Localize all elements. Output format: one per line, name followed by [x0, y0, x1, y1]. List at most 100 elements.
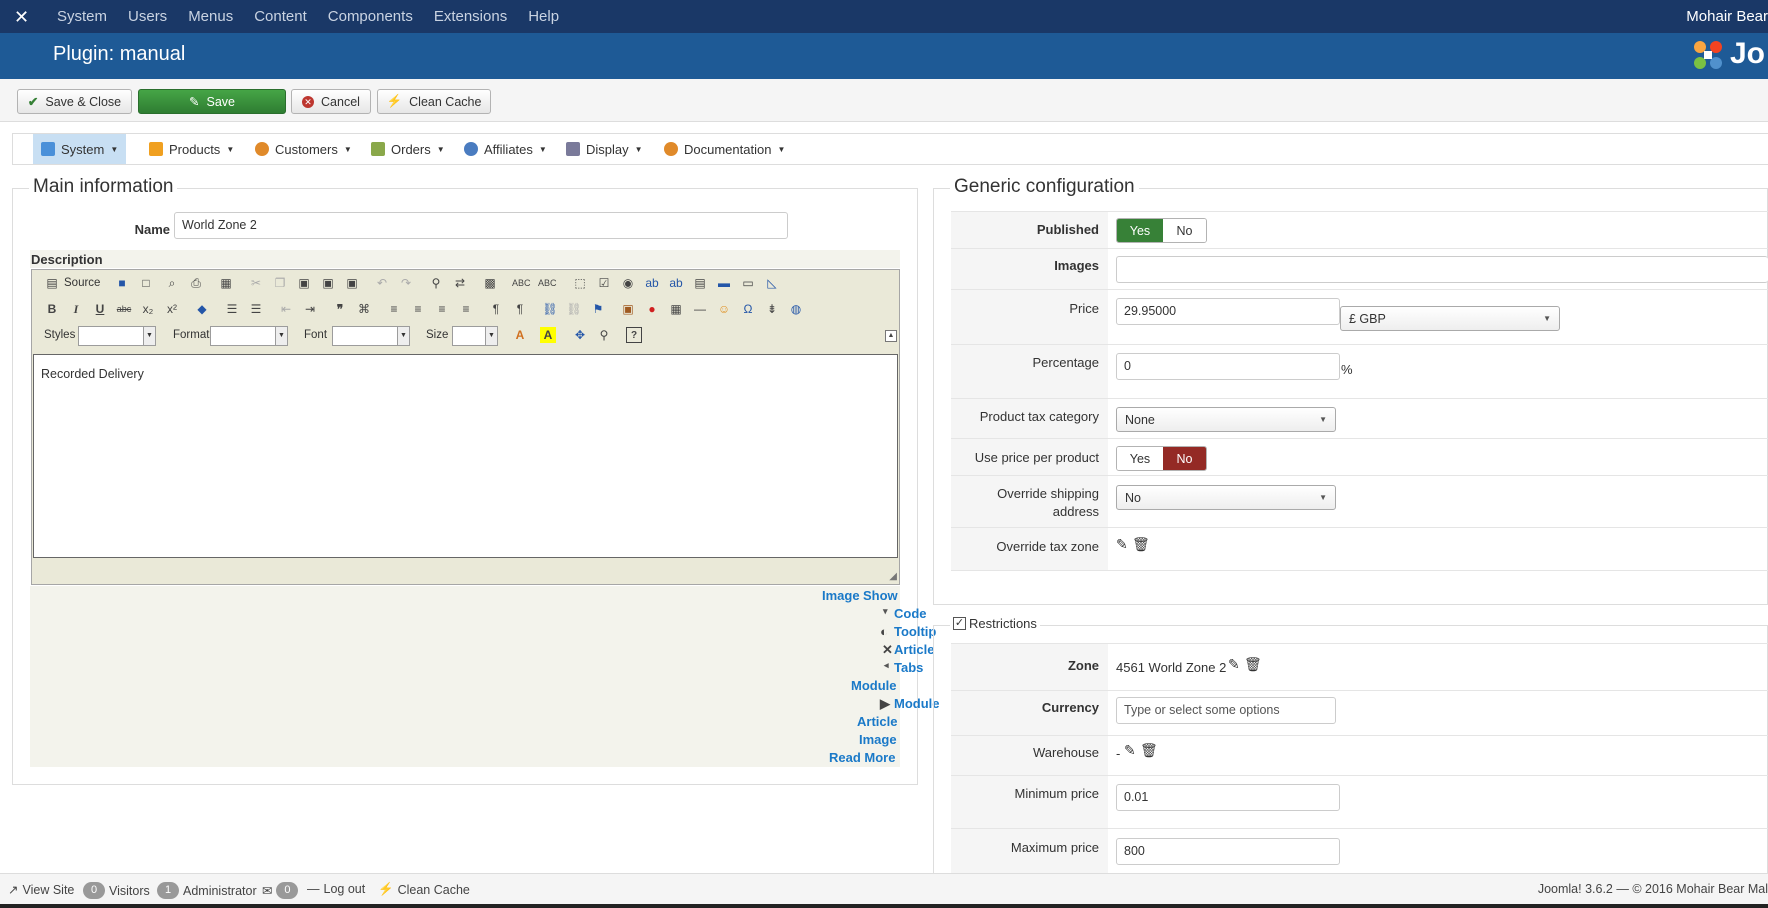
tabs-button[interactable]: Tabs	[894, 660, 923, 675]
published-yes-button[interactable]: Yes	[1117, 219, 1163, 242]
spellcheck-icon[interactable]: ABC	[512, 275, 531, 291]
redo-icon[interactable]: ↷	[398, 275, 414, 291]
edit-icon[interactable]: ✎	[1116, 536, 1128, 553]
format-select[interactable]: ▼	[210, 326, 288, 346]
status-clean-cache-link[interactable]: ⚡ Clean Cache	[378, 882, 470, 897]
currency-select[interactable]: £ GBP ▼	[1340, 306, 1560, 331]
use-price-no-button[interactable]: No	[1162, 447, 1206, 470]
use-price-yes-button[interactable]: Yes	[1117, 447, 1163, 470]
shopmenu-customers[interactable]: Customers ▼	[247, 134, 360, 164]
cancel-button[interactable]: ✕ Cancel	[291, 89, 371, 114]
editor-content-area[interactable]: Recorded Delivery	[33, 354, 898, 558]
bold-icon[interactable]: B	[44, 301, 60, 317]
source-label[interactable]: Source	[64, 277, 100, 289]
image-button-icon[interactable]: ▭	[740, 275, 756, 291]
messages-indicator[interactable]: ✉ 0	[262, 882, 299, 899]
shopmenu-products[interactable]: Products ▼	[141, 134, 242, 164]
menu-system[interactable]: System	[57, 8, 107, 25]
collapse-toolbar-icon[interactable]: ▲	[885, 330, 897, 342]
about-icon[interactable]: ?	[626, 327, 642, 343]
checkbox-icon[interactable]: ☑	[596, 275, 612, 291]
textarea-icon[interactable]: ab	[668, 275, 684, 291]
resize-handle-icon[interactable]: ◢	[889, 571, 897, 582]
menu-extensions[interactable]: Extensions	[434, 8, 507, 25]
templates-icon[interactable]: ▦	[218, 275, 234, 291]
italic-icon[interactable]: I	[68, 301, 84, 317]
spellcheck-dropdown-icon[interactable]: ABC	[538, 275, 557, 291]
table-icon[interactable]: ▦	[668, 301, 684, 317]
copy-icon[interactable]: ❐	[272, 275, 288, 291]
menu-components[interactable]: Components	[328, 8, 413, 25]
name-input[interactable]: World Zone 2	[174, 212, 788, 239]
maximize-icon[interactable]: ✥	[572, 327, 588, 343]
view-site-link[interactable]: ↗ View Site	[8, 882, 74, 898]
select-field-icon[interactable]: ▤	[692, 275, 708, 291]
tax-category-select[interactable]: None ▼	[1116, 407, 1336, 432]
shopmenu-display[interactable]: Display ▼	[558, 134, 651, 164]
page-break-icon[interactable]: ⇟	[764, 301, 780, 317]
font-select[interactable]: ▼	[332, 326, 410, 346]
ltr-icon[interactable]: ¶	[488, 301, 504, 317]
strikethrough-icon[interactable]: abc	[116, 301, 132, 317]
restrictions-checkbox[interactable]: ✓	[953, 617, 966, 630]
save-icon[interactable]: ■	[114, 275, 130, 291]
text-color-icon[interactable]: A	[512, 327, 528, 343]
save-button[interactable]: ✎ Save	[138, 89, 286, 114]
justify-icon[interactable]: ≡	[458, 301, 474, 317]
paste-word-icon[interactable]: ▣	[344, 275, 360, 291]
print-icon[interactable]: ⎙	[188, 275, 204, 291]
rtl-icon[interactable]: ¶	[512, 301, 528, 317]
use-price-per-product-toggle[interactable]: Yes No	[1116, 446, 1207, 471]
image-icon[interactable]: ▣	[620, 301, 636, 317]
shopmenu-documentation[interactable]: Documentation ▼	[656, 134, 793, 164]
link-icon[interactable]: ⛓	[542, 301, 558, 317]
maximum-price-input[interactable]: 800	[1116, 838, 1340, 865]
preview-icon[interactable]: ⌕	[164, 275, 180, 291]
image-button[interactable]: Image	[822, 588, 860, 603]
joomla-icon[interactable]: ✕	[14, 7, 34, 27]
edit-icon[interactable]: ✎	[1124, 742, 1136, 759]
align-center-icon[interactable]: ≡	[410, 301, 426, 317]
radio-icon[interactable]: ◉	[620, 275, 636, 291]
price-input[interactable]: 29.95000	[1116, 298, 1340, 325]
replace-icon[interactable]: ⇄	[452, 275, 468, 291]
find-icon[interactable]: ⚲	[428, 275, 444, 291]
trash-icon[interactable]: 🗑	[1140, 742, 1158, 759]
subscript-icon[interactable]: x₂	[140, 301, 156, 317]
cut-icon[interactable]: ✂	[248, 275, 264, 291]
menu-help[interactable]: Help	[528, 8, 559, 25]
flash-icon[interactable]: ●	[644, 301, 660, 317]
source-icon[interactable]: ▤	[44, 275, 60, 291]
background-color-icon[interactable]: A	[540, 327, 556, 343]
logout-link[interactable]: — Log out	[307, 882, 365, 896]
module-button[interactable]: Module	[851, 678, 897, 693]
button-icon[interactable]: ▬	[716, 275, 732, 291]
save-close-button[interactable]: ✔ Save & Close	[17, 89, 132, 114]
images-input[interactable]	[1116, 256, 1768, 283]
published-no-button[interactable]: No	[1162, 219, 1206, 242]
percentage-input[interactable]: 0	[1116, 353, 1340, 380]
hidden-field-icon[interactable]: ◺	[764, 275, 780, 291]
read-more-button[interactable]: Read More	[829, 750, 895, 765]
paste-icon[interactable]: ▣	[296, 275, 312, 291]
override-shipping-select[interactable]: No ▼	[1116, 485, 1336, 510]
superscript-icon[interactable]: x²	[164, 301, 180, 317]
underline-icon[interactable]: U	[92, 301, 108, 317]
smiley-icon[interactable]: ☺	[716, 301, 732, 317]
outdent-icon[interactable]: ⇤	[278, 301, 294, 317]
div-icon[interactable]: ⌘	[356, 301, 372, 317]
menu-content[interactable]: Content	[254, 8, 307, 25]
paste-text-icon[interactable]: ▣	[320, 275, 336, 291]
new-page-icon[interactable]: □	[138, 275, 154, 291]
unlink-icon[interactable]: ⛓	[566, 301, 582, 317]
code-button[interactable]: Code	[894, 606, 927, 621]
special-char-icon[interactable]: Ω	[740, 301, 756, 317]
show-code-button[interactable]: Show	[863, 588, 898, 603]
clean-cache-button[interactable]: ⚡ Clean Cache	[377, 89, 491, 114]
user-menu[interactable]: Mohair Bear	[1686, 8, 1768, 25]
align-left-icon[interactable]: ≡	[386, 301, 402, 317]
size-select[interactable]: ▼	[452, 326, 498, 346]
currency-multiselect[interactable]: Type or select some options	[1116, 697, 1336, 724]
show-blocks-icon[interactable]: ⚲	[596, 327, 612, 343]
trash-icon[interactable]: 🗑	[1244, 656, 1262, 673]
